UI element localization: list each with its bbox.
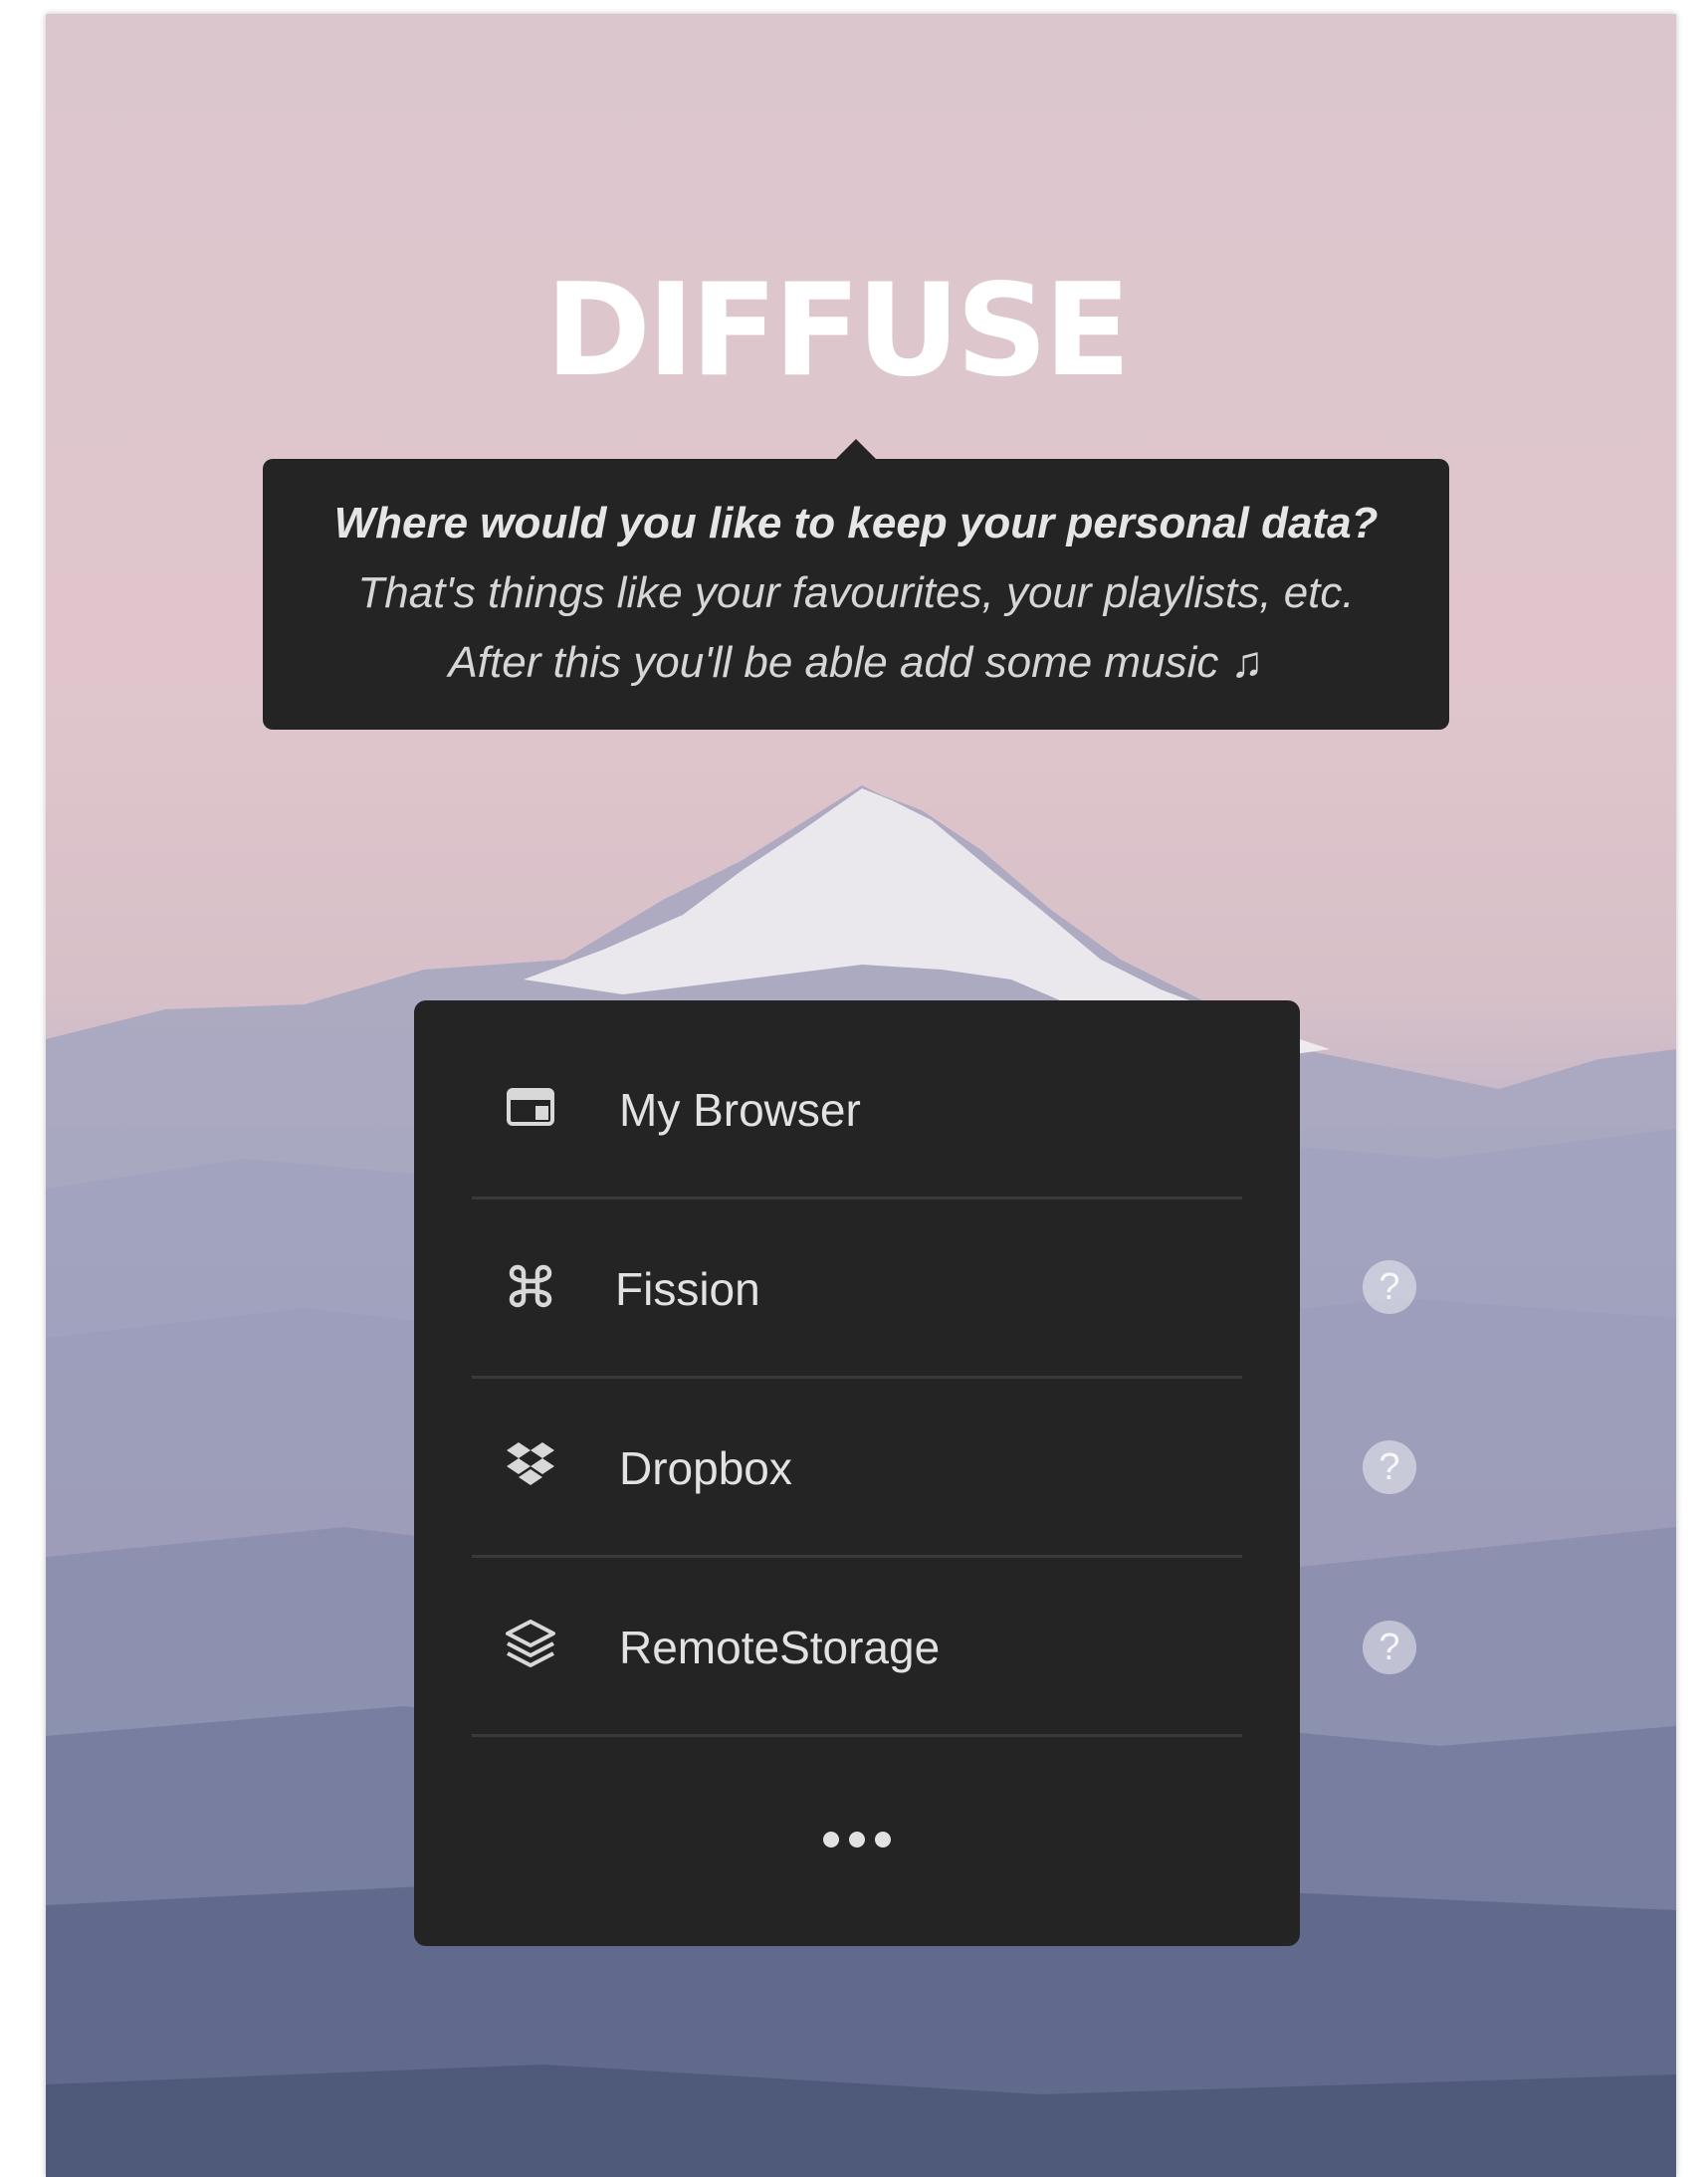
storage-option-fission[interactable]: Fission	[472, 1199, 1242, 1379]
remotestorage-help-icon[interactable]: ?	[1363, 1621, 1416, 1674]
browser-window-icon	[502, 1078, 559, 1136]
ellipsis-icon	[823, 1832, 891, 1848]
fission-icon	[502, 1257, 559, 1315]
logo-text: DIFFUSE	[545, 263, 1127, 392]
dropbox-help-icon[interactable]: ?	[1363, 1440, 1416, 1494]
tooltip-hint: After this you'll be able add some music…	[448, 638, 1264, 687]
storage-option-label: RemoteStorage	[619, 1622, 941, 1673]
storage-option-label: My Browser	[619, 1084, 861, 1136]
diffuse-logo-graphic: DIFFUSE	[545, 257, 1131, 405]
diffuse-logo: DIFFUSE	[468, 257, 1204, 405]
storage-option-my-browser[interactable]: My Browser	[472, 1020, 1242, 1199]
tooltip-question: Where would you like to keep your person…	[333, 499, 1379, 547]
more-options-button[interactable]	[802, 1817, 912, 1862]
fission-help-icon[interactable]: ?	[1363, 1260, 1416, 1314]
storage-option-remotestorage[interactable]: RemoteStorage	[472, 1558, 1242, 1737]
tooltip-description: That's things like your favourites, your…	[357, 568, 1355, 617]
dropbox-icon	[502, 1436, 559, 1494]
app-window: DIFFUSE Where would you like to keep you…	[46, 14, 1676, 2177]
storage-prompt-tooltip: Where would you like to keep your person…	[263, 439, 1449, 730]
storage-option-dropbox[interactable]: Dropbox	[472, 1379, 1242, 1558]
storage-option-label: Dropbox	[619, 1442, 792, 1494]
storage-option-label: Fission	[615, 1263, 760, 1315]
layers-icon	[502, 1616, 559, 1673]
storage-options-menu: My Browser Fission Dropbox RemoteStorage	[414, 1000, 1300, 1946]
